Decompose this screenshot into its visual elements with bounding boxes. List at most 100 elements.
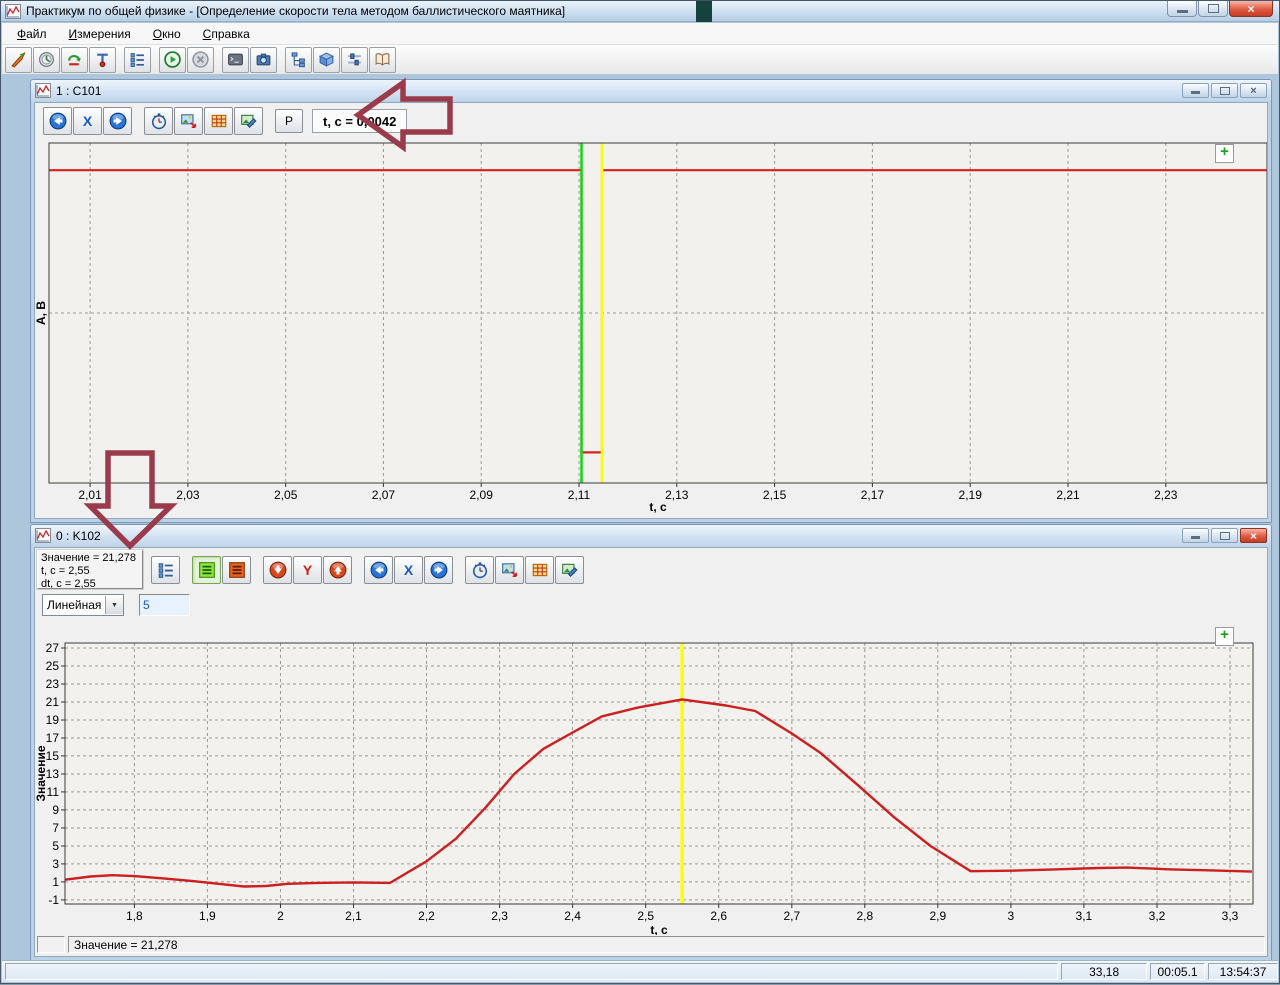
menu-item-file[interactable]: Файл bbox=[6, 25, 58, 43]
restore-button[interactable] bbox=[1198, 1, 1228, 17]
x-scale-button[interactable]: X bbox=[73, 107, 102, 135]
export-image-button[interactable] bbox=[495, 556, 524, 584]
svg-text:19: 19 bbox=[46, 713, 60, 727]
svg-text:1,9: 1,9 bbox=[199, 909, 216, 923]
svg-text:2,19: 2,19 bbox=[959, 488, 983, 502]
k102-close-button[interactable]: × bbox=[1240, 528, 1267, 543]
session-time-button[interactable] bbox=[33, 47, 60, 73]
sensor-button[interactable] bbox=[89, 47, 116, 73]
svg-text:2,7: 2,7 bbox=[783, 909, 800, 923]
k102-title-bar[interactable]: 0 : K102 × bbox=[31, 525, 1271, 546]
c101-close-button[interactable]: × bbox=[1240, 83, 1267, 98]
svg-text:3,2: 3,2 bbox=[1149, 909, 1166, 923]
undo-button[interactable] bbox=[61, 47, 88, 73]
menu-item-help[interactable]: Справка bbox=[192, 25, 261, 43]
launch-button[interactable] bbox=[5, 47, 32, 73]
k102-zoom-in-button[interactable]: + bbox=[1215, 627, 1234, 646]
y-scale-button[interactable]: Y bbox=[293, 556, 322, 584]
svg-text:2,1: 2,1 bbox=[345, 909, 362, 923]
stop-button[interactable] bbox=[187, 47, 214, 73]
legend-button[interactable] bbox=[151, 556, 180, 584]
svg-text:2,21: 2,21 bbox=[1056, 488, 1080, 502]
menu-item-measurements[interactable]: Измерения bbox=[58, 25, 142, 43]
c101-restore-button[interactable] bbox=[1211, 83, 1238, 98]
console-button[interactable] bbox=[222, 47, 249, 73]
menu-bar: ФайлИзмеренияОкноСправка bbox=[2, 23, 1278, 45]
svg-text:-1: -1 bbox=[48, 893, 59, 907]
stopwatch-button[interactable] bbox=[144, 107, 173, 135]
edit-image-button[interactable] bbox=[234, 107, 263, 135]
scale-up-button[interactable] bbox=[323, 556, 352, 584]
settings-button[interactable] bbox=[341, 47, 368, 73]
svg-text:3,1: 3,1 bbox=[1076, 909, 1093, 923]
list-button[interactable] bbox=[124, 47, 151, 73]
c101-minimize-button[interactable] bbox=[1182, 83, 1209, 98]
scale-down-button[interactable] bbox=[263, 556, 292, 584]
c101-chart[interactable]: 2,012,032,052,072,092,112,132,152,172,19… bbox=[35, 140, 1268, 515]
k102-chart[interactable]: -1135791113151719212325271,81,922,12,22,… bbox=[35, 618, 1268, 938]
svg-text:3: 3 bbox=[52, 857, 59, 871]
start-button[interactable] bbox=[159, 47, 186, 73]
c101-zoom-in-button[interactable]: + bbox=[1215, 144, 1234, 163]
svg-text:27: 27 bbox=[46, 641, 60, 655]
window-k102: 0 : K102 × Значение = 21,278 t, c = 2,55… bbox=[30, 524, 1272, 961]
status-bar: 33,18 00:05.1 13:54:37 bbox=[2, 960, 1278, 982]
close-button[interactable]: × bbox=[1229, 1, 1273, 17]
package-button[interactable] bbox=[313, 47, 340, 73]
x-scale-button[interactable]: X bbox=[394, 556, 423, 584]
k102-body: Значение = 21,278 t, c = 2,55 dt, c = 2,… bbox=[34, 547, 1268, 957]
points-count-input[interactable] bbox=[139, 594, 190, 616]
svg-text:2,5: 2,5 bbox=[637, 909, 654, 923]
svg-text:7: 7 bbox=[52, 821, 59, 835]
p-button[interactable]: P bbox=[275, 109, 303, 133]
edit-image-button[interactable] bbox=[555, 556, 584, 584]
k102-toolbar: YX bbox=[35, 548, 1267, 592]
svg-text:2,4: 2,4 bbox=[564, 909, 581, 923]
scale-type-value: Линейная bbox=[43, 598, 105, 612]
tree-button[interactable] bbox=[285, 47, 312, 73]
table-button[interactable] bbox=[525, 556, 554, 584]
svg-text:2: 2 bbox=[277, 909, 284, 923]
k102-restore-button[interactable] bbox=[1211, 528, 1238, 543]
menu-item-window[interactable]: Окно bbox=[142, 25, 192, 43]
svg-text:25: 25 bbox=[46, 659, 60, 673]
svg-text:23: 23 bbox=[46, 677, 60, 691]
svg-text:2,07: 2,07 bbox=[372, 488, 396, 502]
values-orange-button[interactable] bbox=[222, 556, 251, 584]
help-book-button[interactable] bbox=[369, 47, 396, 73]
app-icon bbox=[5, 4, 21, 19]
k102-options-row: Линейная ▼ bbox=[35, 592, 1267, 618]
export-image-button[interactable] bbox=[174, 107, 203, 135]
main-toolbar bbox=[2, 45, 1278, 75]
scale-type-dropdown[interactable]: Линейная ▼ bbox=[42, 594, 124, 616]
table-button[interactable] bbox=[204, 107, 233, 135]
svg-text:2,01: 2,01 bbox=[78, 488, 102, 502]
next-button[interactable] bbox=[103, 107, 132, 135]
k102-status-value: Значение = 21,278 bbox=[68, 936, 1265, 953]
camera-button[interactable] bbox=[250, 47, 277, 73]
prev-button[interactable] bbox=[43, 107, 72, 135]
svg-text:2,23: 2,23 bbox=[1154, 488, 1178, 502]
k102-status-grip bbox=[37, 936, 65, 953]
svg-text:2,09: 2,09 bbox=[470, 488, 494, 502]
next-button[interactable] bbox=[424, 556, 453, 584]
svg-text:2,03: 2,03 bbox=[176, 488, 200, 502]
c101-window-title: 1 : C101 bbox=[56, 84, 101, 98]
k102-window-title: 0 : K102 bbox=[56, 529, 101, 543]
status-panel-timer: 00:05.1 bbox=[1150, 963, 1205, 980]
prev-button[interactable] bbox=[364, 556, 393, 584]
svg-text:17: 17 bbox=[46, 731, 60, 745]
screenshot-artifact bbox=[696, 1, 712, 22]
svg-text:2,13: 2,13 bbox=[665, 488, 689, 502]
svg-text:9: 9 bbox=[52, 803, 59, 817]
k102-status-bar: Значение = 21,278 bbox=[35, 935, 1267, 956]
values-green-button[interactable] bbox=[192, 556, 221, 584]
c101-title-bar[interactable]: 1 : C101 × bbox=[31, 80, 1271, 101]
stopwatch-button[interactable] bbox=[465, 556, 494, 584]
minimize-button[interactable] bbox=[1167, 1, 1197, 17]
svg-text:5: 5 bbox=[52, 839, 59, 853]
svg-text:2,15: 2,15 bbox=[763, 488, 787, 502]
svg-text:11: 11 bbox=[47, 785, 60, 799]
k102-minimize-button[interactable] bbox=[1182, 528, 1209, 543]
chevron-down-icon[interactable]: ▼ bbox=[105, 596, 123, 614]
